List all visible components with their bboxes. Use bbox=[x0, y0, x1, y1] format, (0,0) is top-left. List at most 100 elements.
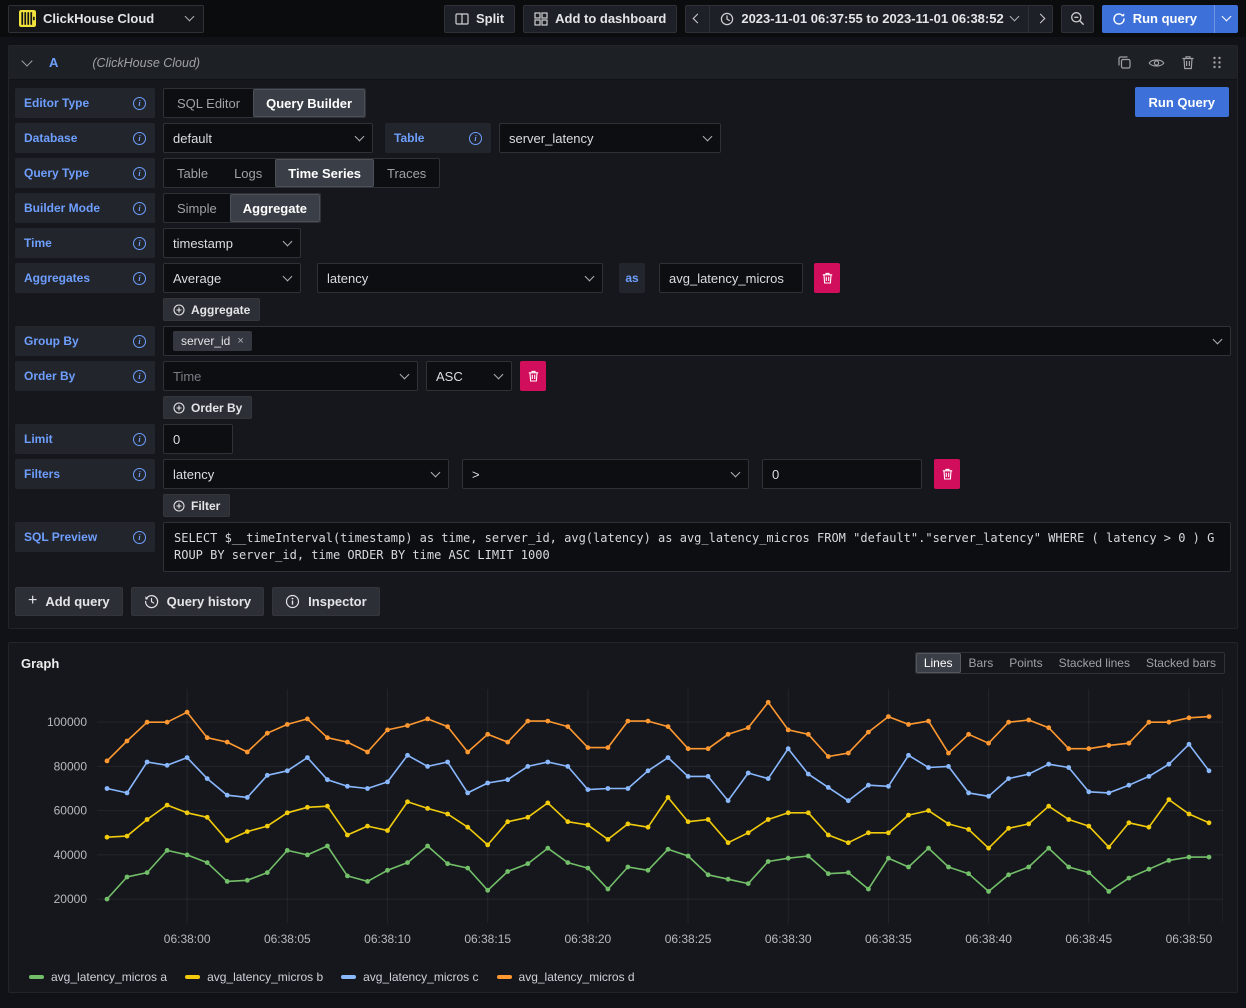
add-query-button[interactable]: + Add query bbox=[15, 587, 123, 616]
query-type-label: Query Type bbox=[24, 166, 89, 180]
add-query-label: Add query bbox=[45, 594, 109, 609]
legend-item-c[interactable]: avg_latency_micros c bbox=[341, 970, 478, 984]
order-by-direction-select[interactable]: ASC bbox=[426, 361, 512, 391]
inspector-button[interactable]: Inspector bbox=[272, 587, 380, 616]
add-order-by-button[interactable]: Order By bbox=[163, 396, 252, 419]
delete-query-icon[interactable] bbox=[1181, 55, 1195, 70]
split-button[interactable]: Split bbox=[444, 5, 515, 33]
viz-mode-lines[interactable]: Lines bbox=[916, 653, 961, 673]
info-icon[interactable] bbox=[133, 97, 146, 110]
collapse-query-icon[interactable] bbox=[21, 55, 32, 66]
query-datasource-hint: (ClickHouse Cloud) bbox=[92, 56, 200, 70]
filter-operator-select[interactable]: > bbox=[462, 459, 749, 489]
time-range-button[interactable]: 2023-11-01 06:37:55 to 2023-11-01 06:38:… bbox=[709, 5, 1027, 33]
field-row-limit: Limit 0 bbox=[15, 424, 1231, 454]
aggregate-function-value: Average bbox=[173, 271, 221, 286]
query-type-option-time-series[interactable]: Time Series bbox=[275, 159, 374, 187]
run-query-dropdown[interactable] bbox=[1214, 5, 1238, 33]
time-shift-forward-button[interactable] bbox=[1028, 5, 1053, 33]
aggregate-column-value: latency bbox=[327, 271, 368, 286]
remove-aggregate-button[interactable] bbox=[814, 263, 840, 293]
info-icon[interactable] bbox=[133, 335, 146, 348]
database-label: Database bbox=[24, 131, 77, 145]
field-row-builder-mode: Builder Mode Simple Aggregate bbox=[15, 193, 1231, 223]
graph-panel-header: Graph Lines Bars Points Stacked lines St… bbox=[19, 651, 1227, 675]
viz-mode-stacked-bars[interactable]: Stacked bars bbox=[1138, 653, 1224, 673]
info-icon[interactable] bbox=[133, 370, 146, 383]
query-type-toggle: Table Logs Time Series Traces bbox=[163, 158, 440, 188]
editor-type-option-query-builder[interactable]: Query Builder bbox=[253, 89, 365, 117]
svg-text:100000: 100000 bbox=[47, 715, 87, 729]
remove-filter-button[interactable] bbox=[934, 459, 960, 489]
svg-text:06:38:40: 06:38:40 bbox=[965, 932, 1012, 946]
legend-swatch-c bbox=[341, 975, 356, 979]
viz-mode-stacked-lines[interactable]: Stacked lines bbox=[1051, 653, 1138, 673]
zoom-out-time-button[interactable] bbox=[1061, 5, 1094, 33]
viz-mode-points[interactable]: Points bbox=[1001, 653, 1050, 673]
time-column-select[interactable]: timestamp bbox=[163, 228, 301, 258]
info-icon[interactable] bbox=[133, 202, 146, 215]
hide-query-eye-icon[interactable] bbox=[1148, 57, 1165, 69]
timeseries-chart[interactable]: 06:38:0006:38:0506:38:1006:38:1506:38:20… bbox=[19, 679, 1223, 967]
refresh-icon bbox=[1112, 12, 1126, 26]
query-history-label: Query history bbox=[167, 594, 252, 609]
table-value: server_latency bbox=[509, 131, 594, 146]
query-type-option-traces[interactable]: Traces bbox=[374, 159, 439, 187]
add-filter-label: Filter bbox=[191, 499, 220, 513]
remove-order-by-button[interactable] bbox=[520, 361, 546, 391]
info-icon[interactable] bbox=[133, 237, 146, 250]
graph-title: Graph bbox=[21, 656, 59, 671]
aggregates-label-cell: Aggregates bbox=[15, 263, 155, 293]
aggregate-alias-input[interactable]: avg_latency_micros bbox=[659, 263, 803, 293]
viz-mode-bars[interactable]: Bars bbox=[961, 653, 1002, 673]
info-icon[interactable] bbox=[133, 531, 146, 544]
time-shift-back-button[interactable] bbox=[685, 5, 709, 33]
builder-mode-option-simple[interactable]: Simple bbox=[164, 194, 230, 222]
info-icon[interactable] bbox=[469, 132, 482, 145]
add-filter-button[interactable]: Filter bbox=[163, 494, 230, 517]
builder-mode-option-aggregate[interactable]: Aggregate bbox=[230, 194, 320, 222]
filter-value-input[interactable]: 0 bbox=[762, 459, 922, 489]
chevron-down-icon bbox=[1222, 12, 1232, 22]
sql-preview-label: SQL Preview bbox=[24, 530, 97, 544]
datasource-picker[interactable]: ClickHouse Cloud bbox=[8, 5, 204, 33]
builder-mode-toggle: Simple Aggregate bbox=[163, 193, 321, 223]
run-query-panel-button[interactable]: Run Query bbox=[1135, 87, 1229, 117]
table-select[interactable]: server_latency bbox=[499, 123, 721, 153]
add-to-dashboard-button[interactable]: Add to dashboard bbox=[523, 5, 677, 33]
info-icon[interactable] bbox=[133, 468, 146, 481]
database-label-cell: Database bbox=[15, 123, 155, 153]
add-aggregate-button[interactable]: Aggregate bbox=[163, 298, 260, 321]
svg-text:40000: 40000 bbox=[54, 848, 88, 862]
query-builder-form: Editor Type SQL Editor Query Builder Dat… bbox=[9, 80, 1237, 572]
info-icon[interactable] bbox=[133, 167, 146, 180]
legend-item-a[interactable]: avg_latency_micros a bbox=[29, 970, 167, 984]
database-select[interactable]: default bbox=[163, 123, 373, 153]
info-icon[interactable] bbox=[133, 132, 146, 145]
aggregate-column-select[interactable]: latency bbox=[317, 263, 603, 293]
filter-column-select[interactable]: latency bbox=[163, 459, 449, 489]
group-by-tag-server-id[interactable]: server_id × bbox=[173, 331, 252, 351]
remove-tag-icon[interactable]: × bbox=[237, 335, 243, 347]
duplicate-query-icon[interactable] bbox=[1117, 55, 1132, 70]
legend-swatch-b bbox=[185, 975, 200, 979]
chevron-down-icon bbox=[355, 131, 365, 141]
info-icon[interactable] bbox=[133, 433, 146, 446]
order-by-column-select[interactable]: Time bbox=[163, 361, 418, 391]
legend-item-d[interactable]: avg_latency_micros d bbox=[497, 970, 635, 984]
info-icon[interactable] bbox=[133, 272, 146, 285]
aggregate-function-select[interactable]: Average bbox=[163, 263, 301, 293]
svg-text:06:38:20: 06:38:20 bbox=[565, 932, 612, 946]
editor-type-option-sql-editor[interactable]: SQL Editor bbox=[164, 89, 253, 117]
legend-item-b[interactable]: avg_latency_micros b bbox=[185, 970, 323, 984]
query-history-button[interactable]: Query history bbox=[131, 587, 265, 616]
query-type-option-logs[interactable]: Logs bbox=[221, 159, 275, 187]
order-by-direction-value: ASC bbox=[436, 369, 463, 384]
chevron-down-icon bbox=[703, 131, 713, 141]
query-type-option-table[interactable]: Table bbox=[164, 159, 221, 187]
drag-handle-icon[interactable] bbox=[1211, 55, 1223, 70]
as-badge: as bbox=[619, 263, 645, 293]
limit-input[interactable]: 0 bbox=[163, 424, 233, 454]
run-query-button[interactable]: Run query bbox=[1102, 5, 1207, 33]
group-by-multiselect[interactable]: server_id × bbox=[163, 326, 1231, 356]
